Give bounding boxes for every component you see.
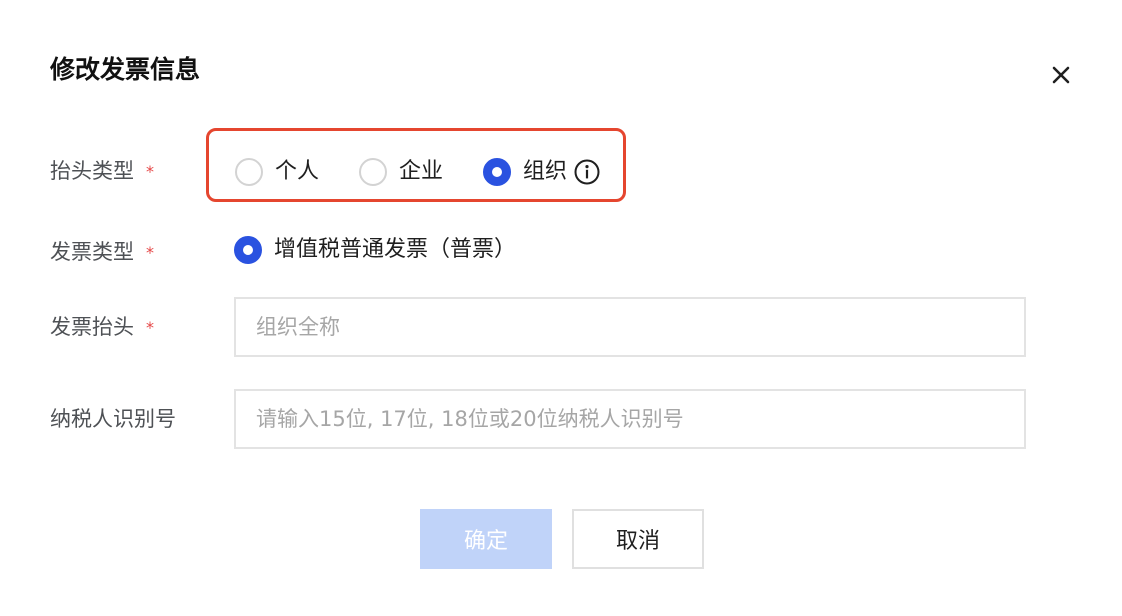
radio-label-enterprise: 企业 — [399, 159, 444, 184]
title-type-label-text: 抬头类型 — [50, 159, 134, 183]
radio-circle-vat-normal[interactable] — [234, 236, 262, 264]
radio-circle-enterprise[interactable] — [359, 158, 387, 186]
invoice-title-label: 发票抬头 * — [50, 312, 154, 343]
invoice-type-label: 发票类型 * — [50, 237, 154, 268]
required-mark: * — [146, 162, 154, 181]
invoice-dialog: 修改发票信息 抬头类型 * 个人 企业 组织 发票类型 * 增值税普通发票（普票… — [0, 0, 1122, 616]
radio-enterprise[interactable]: 企业 — [359, 157, 443, 187]
radio-label-vat-normal: 增值税普通发票（普票） — [274, 237, 517, 262]
dialog-title: 修改发票信息 — [50, 55, 201, 84]
close-icon[interactable] — [1046, 60, 1076, 90]
cancel-button[interactable]: 取消 — [572, 509, 704, 569]
required-mark: * — [146, 243, 154, 262]
radio-label-personal: 个人 — [275, 159, 320, 184]
title-type-radio-group: 个人 企业 组织 — [206, 128, 626, 202]
invoice-title-label-text: 发票抬头 — [50, 315, 134, 339]
confirm-button[interactable]: 确定 — [420, 509, 552, 569]
radio-vat-normal-invoice[interactable]: 增值税普通发票（普票） — [234, 235, 516, 265]
title-type-label: 抬头类型 * — [50, 156, 154, 187]
required-mark: * — [146, 318, 154, 337]
radio-label-organization: 组织 — [523, 159, 568, 184]
invoice-type-label-text: 发票类型 — [50, 240, 134, 264]
tax-id-label: 纳税人识别号 — [50, 407, 176, 431]
info-icon[interactable] — [573, 158, 601, 186]
invoice-title-input[interactable] — [234, 297, 1026, 357]
radio-personal[interactable]: 个人 — [235, 157, 319, 187]
radio-circle-personal[interactable] — [235, 158, 263, 186]
tax-id-input[interactable] — [234, 389, 1026, 449]
radio-organization[interactable]: 组织 — [483, 157, 601, 187]
radio-circle-organization[interactable] — [483, 158, 511, 186]
